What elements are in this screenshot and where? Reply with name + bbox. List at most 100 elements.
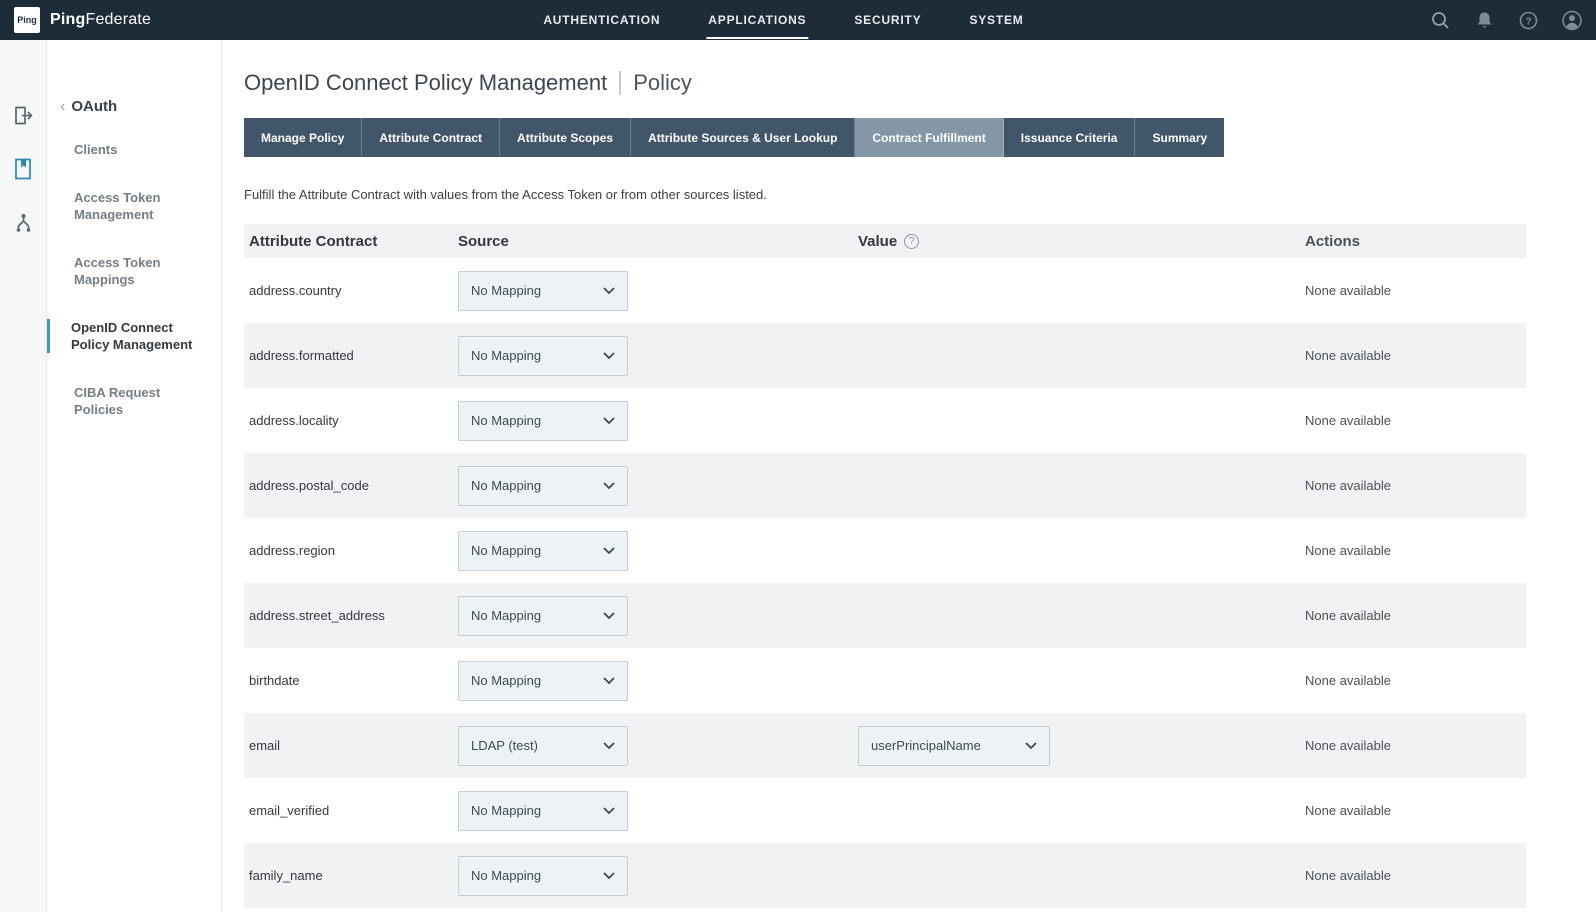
actions-text: None available — [1305, 543, 1526, 558]
actions-text: None available — [1305, 868, 1526, 883]
tab-issuance-criteria[interactable]: Issuance Criteria — [1004, 118, 1136, 157]
actions-text: None available — [1305, 673, 1526, 688]
source-dropdown[interactable]: No Mapping — [458, 336, 628, 376]
col-header-actions: Actions — [1305, 233, 1526, 250]
chevron-down-icon — [1025, 742, 1037, 749]
attribute-name: address.street_address — [244, 608, 458, 623]
col-header-source: Source — [458, 233, 858, 250]
col-header-value: Value ? — [858, 233, 1305, 250]
attribute-name: birthdate — [244, 673, 458, 688]
chevron-down-icon — [603, 612, 615, 619]
chevron-left-icon: ‹ — [60, 100, 65, 114]
sidebar-item-openid-connect-policy-management[interactable]: OpenID Connect Policy Management — [47, 319, 221, 353]
actions-text: None available — [1305, 738, 1526, 753]
table-header-row: Attribute Contract Source Value ? Action… — [244, 224, 1526, 258]
source-dropdown[interactable]: No Mapping — [458, 791, 628, 831]
sidebar-item-access-token-management[interactable]: Access Token Management — [47, 189, 221, 223]
topbar: Ping PingFederate AUTHENTICATION APPLICA… — [0, 0, 1596, 40]
help-icon[interactable]: ? — [1518, 10, 1538, 30]
sidebar-item-clients[interactable]: Clients — [47, 141, 221, 158]
attribute-name: family_name — [244, 868, 458, 883]
actions-text: None available — [1305, 478, 1526, 493]
tab-attribute-sources-user-lookup[interactable]: Attribute Sources & User Lookup — [631, 118, 855, 157]
table-row: address.country No Mapping None availabl… — [244, 258, 1526, 323]
nav-security[interactable]: SECURITY — [852, 1, 923, 39]
table-row: email LDAP (test) userPrincipalName None… — [244, 713, 1526, 778]
attribute-name: address.formatted — [244, 348, 458, 363]
actions-text: None available — [1305, 803, 1526, 818]
source-dropdown[interactable]: No Mapping — [458, 596, 628, 636]
source-dropdown[interactable]: No Mapping — [458, 271, 628, 311]
nav-system[interactable]: SYSTEM — [967, 1, 1025, 39]
nav-applications[interactable]: APPLICATIONS — [706, 1, 808, 39]
source-dropdown[interactable]: No Mapping — [458, 856, 628, 896]
fulfillment-table: Attribute Contract Source Value ? Action… — [244, 224, 1526, 908]
table-row: family_name No Mapping None available — [244, 843, 1526, 908]
actions-text: None available — [1305, 348, 1526, 363]
attribute-name: address.postal_code — [244, 478, 458, 493]
value-help-icon[interactable]: ? — [904, 234, 919, 249]
nav-authentication[interactable]: AUTHENTICATION — [541, 1, 662, 39]
table-row: birthdate No Mapping None available — [244, 648, 1526, 713]
actions-text: None available — [1305, 413, 1526, 428]
page-subtitle: Policy — [633, 70, 692, 96]
actions-text: None available — [1305, 608, 1526, 623]
chevron-down-icon — [603, 287, 615, 294]
user-icon[interactable] — [1562, 10, 1582, 30]
sidebar: ‹ OAuth Clients Access Token Management … — [47, 40, 222, 912]
sidebar-item-ciba-request-policies[interactable]: CIBA Request Policies — [47, 384, 221, 418]
page-title: OpenID Connect Policy Management — [244, 70, 607, 96]
tab-summary[interactable]: Summary — [1135, 118, 1224, 157]
applications-section-icon[interactable] — [12, 158, 34, 180]
table-row: address.formatted No Mapping None availa… — [244, 323, 1526, 388]
table-row: address.region No Mapping None available — [244, 518, 1526, 583]
attribute-name: address.country — [244, 283, 458, 298]
col-header-attribute-contract: Attribute Contract — [244, 233, 458, 250]
attribute-name: email — [244, 738, 458, 753]
source-dropdown[interactable]: No Mapping — [458, 401, 628, 441]
attribute-name: address.region — [244, 543, 458, 558]
tab-attribute-contract[interactable]: Attribute Contract — [362, 118, 500, 157]
source-dropdown[interactable]: No Mapping — [458, 466, 628, 506]
chevron-down-icon — [603, 352, 615, 359]
chevron-down-icon — [603, 547, 615, 554]
sidebar-item-access-token-mappings[interactable]: Access Token Mappings — [47, 254, 221, 288]
source-dropdown[interactable]: No Mapping — [458, 531, 628, 571]
main-content: OpenID Connect Policy Management Policy … — [222, 40, 1596, 912]
table-row: address.locality No Mapping None availab… — [244, 388, 1526, 453]
page-header: OpenID Connect Policy Management Policy — [244, 70, 1596, 96]
identity-provider-icon[interactable] — [12, 104, 34, 126]
table-body: address.country No Mapping None availabl… — [244, 258, 1526, 908]
chevron-down-icon — [603, 482, 615, 489]
top-navigation: AUTHENTICATION APPLICATIONS SECURITY SYS… — [541, 0, 1025, 40]
table-row: address.street_address No Mapping None a… — [244, 583, 1526, 648]
chevron-down-icon — [603, 417, 615, 424]
tab-contract-fulfillment[interactable]: Contract Fulfillment — [855, 118, 1003, 157]
chevron-down-icon — [603, 677, 615, 684]
attribute-name: address.locality — [244, 413, 458, 428]
chevron-down-icon — [603, 807, 615, 814]
page-description: Fulfill the Attribute Contract with valu… — [244, 187, 1596, 202]
tab-manage-policy[interactable]: Manage Policy — [244, 118, 362, 157]
icon-rail — [0, 40, 47, 912]
ping-logo: Ping — [14, 7, 40, 33]
source-dropdown[interactable]: LDAP (test) — [458, 726, 628, 766]
source-dropdown[interactable]: No Mapping — [458, 661, 628, 701]
policy-tabs: Manage Policy Attribute Contract Attribu… — [244, 118, 1596, 157]
grants-key-icon[interactable] — [12, 212, 34, 234]
actions-text: None available — [1305, 283, 1526, 298]
svg-text:?: ? — [1525, 16, 1531, 27]
attribute-name: email_verified — [244, 803, 458, 818]
bell-icon[interactable] — [1474, 10, 1494, 30]
title-separator — [619, 71, 621, 95]
chevron-down-icon — [603, 872, 615, 879]
sidebar-back-oauth[interactable]: ‹ OAuth — [47, 98, 221, 115]
value-dropdown[interactable]: userPrincipalName — [858, 726, 1050, 766]
table-row: email_verified No Mapping None available — [244, 778, 1526, 843]
topbar-icons: ? — [1430, 10, 1582, 30]
table-row: address.postal_code No Mapping None avai… — [244, 453, 1526, 518]
chevron-down-icon — [603, 742, 615, 749]
brand-title: PingFederate — [50, 11, 151, 29]
tab-attribute-scopes[interactable]: Attribute Scopes — [500, 118, 631, 157]
search-icon[interactable] — [1430, 10, 1450, 30]
